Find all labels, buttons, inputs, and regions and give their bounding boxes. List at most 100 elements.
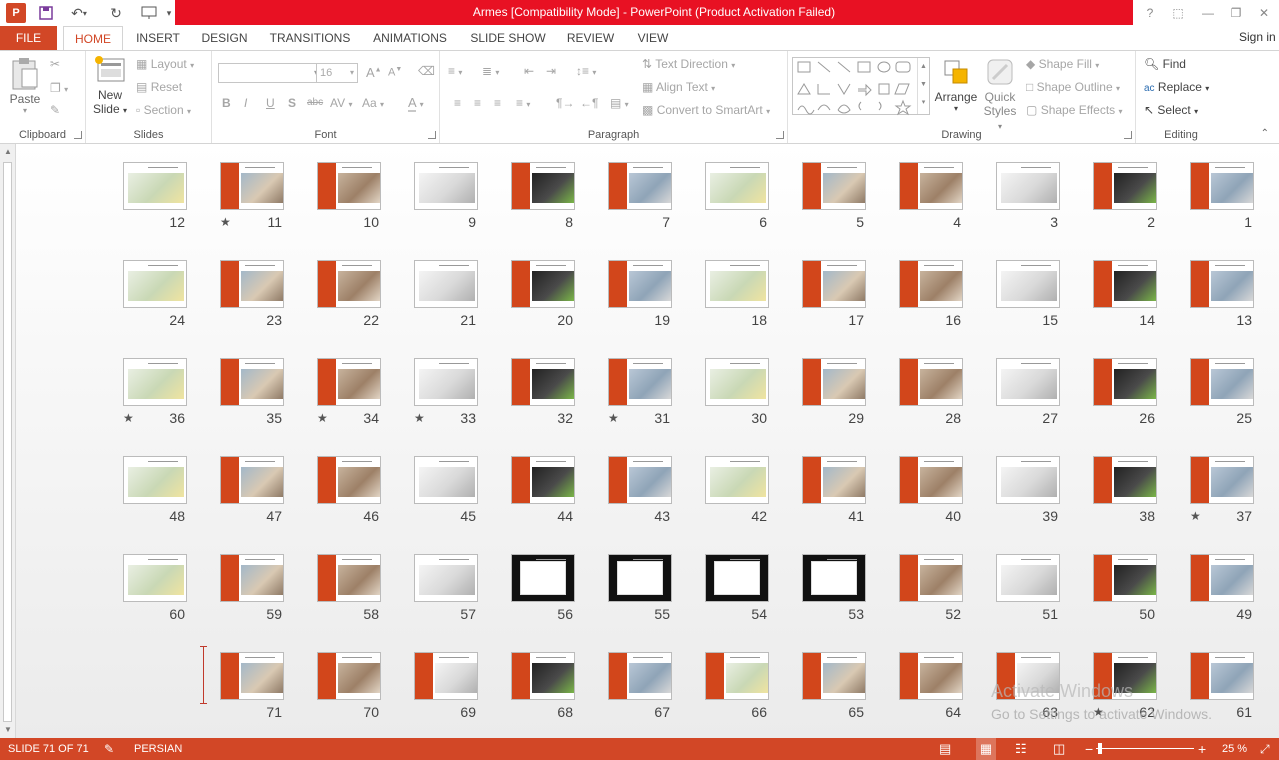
slide-thumbnail[interactable] — [123, 260, 187, 308]
clipboard-launcher-icon[interactable] — [74, 131, 82, 139]
fit-to-window-icon[interactable]: ⤢ — [1260, 738, 1270, 760]
underline-button[interactable]: U — [266, 96, 275, 110]
slide-thumbnail[interactable] — [705, 456, 769, 504]
slide-thumbnail[interactable] — [220, 554, 284, 602]
slide-thumbnail[interactable] — [899, 162, 963, 210]
slide-thumbnail[interactable] — [608, 358, 672, 406]
slide-thumbnail[interactable] — [123, 162, 187, 210]
scroll-down-icon[interactable]: ▼ — [3, 725, 13, 735]
slide-thumbnail[interactable] — [220, 162, 284, 210]
character-spacing-button[interactable]: AV ▾ — [330, 96, 352, 110]
restore-icon[interactable]: ❐ — [1224, 4, 1248, 22]
zoom-level[interactable]: 25 % — [1222, 738, 1247, 760]
slide-thumbnail[interactable] — [1093, 358, 1157, 406]
scroll-up-icon[interactable]: ▲ — [3, 147, 13, 157]
slide-thumbnail[interactable] — [802, 162, 866, 210]
slide-thumbnail[interactable] — [996, 260, 1060, 308]
customize-qat-icon[interactable]: ▾ — [164, 3, 174, 23]
tab-transitions[interactable]: TRANSITIONS — [266, 26, 354, 50]
slide-thumbnail[interactable] — [511, 260, 575, 308]
vertical-scrollbar[interactable]: ▲ ▼ — [0, 144, 16, 738]
clear-formatting-icon[interactable]: ⌫ — [418, 64, 435, 78]
transition-star-icon[interactable]: ★ — [123, 411, 134, 425]
slide-thumbnail[interactable] — [414, 652, 478, 700]
font-launcher-icon[interactable] — [428, 131, 436, 139]
slide-thumbnail[interactable] — [414, 456, 478, 504]
start-from-beginning-icon[interactable] — [136, 3, 162, 23]
slide-thumbnail[interactable] — [511, 358, 575, 406]
slide-thumbnail[interactable] — [802, 260, 866, 308]
decrease-indent-icon[interactable]: ⇤ — [524, 64, 534, 78]
copy-icon[interactable]: ❐ ▾ — [50, 81, 68, 95]
slide-thumbnail[interactable] — [802, 456, 866, 504]
tab-insert[interactable]: INSERT — [133, 26, 183, 50]
font-color-button[interactable]: A ▾ — [408, 95, 424, 112]
line-spacing-icon[interactable]: ↕≡ ▾ — [576, 64, 596, 78]
slide-thumbnail[interactable] — [414, 162, 478, 210]
columns-icon[interactable]: ▤ ▾ — [610, 96, 629, 110]
slide-thumbnail[interactable] — [1093, 162, 1157, 210]
slide-thumbnail[interactable] — [220, 456, 284, 504]
slide-thumbnail[interactable] — [317, 652, 381, 700]
slide-thumbnail[interactable] — [899, 652, 963, 700]
smartart-button[interactable]: ▩ Convert to SmartArt ▾ — [642, 103, 770, 117]
slide-thumbnail[interactable] — [996, 456, 1060, 504]
slide-thumbnail[interactable] — [317, 456, 381, 504]
slide-thumbnail[interactable] — [705, 358, 769, 406]
normal-view-icon[interactable]: ▤ — [939, 738, 951, 760]
cut-icon[interactable]: ✂ — [50, 57, 60, 71]
slide-show-view-icon[interactable]: ◫ — [1053, 738, 1065, 760]
slide-thumbnail[interactable] — [1190, 358, 1254, 406]
quick-styles-button[interactable]: Quick Styles ▾ — [980, 57, 1020, 132]
drawing-launcher-icon[interactable] — [1124, 131, 1132, 139]
zoom-slider-thumb[interactable] — [1098, 743, 1102, 754]
sign-in-link[interactable]: Sign in — [1239, 26, 1279, 50]
slide-thumbnail[interactable] — [511, 456, 575, 504]
undo-icon[interactable]: ↶ ▾ — [66, 3, 92, 23]
slide-thumbnail[interactable] — [220, 652, 284, 700]
format-painter-icon[interactable]: ✎ — [50, 103, 60, 117]
tab-review[interactable]: REVIEW — [563, 26, 618, 50]
slide-thumbnail[interactable] — [705, 554, 769, 602]
slide-thumbnail[interactable] — [317, 162, 381, 210]
tab-view[interactable]: VIEW — [632, 26, 674, 50]
tab-design[interactable]: DESIGN — [197, 26, 252, 50]
slide-thumbnail[interactable] — [1190, 260, 1254, 308]
shrink-font-icon[interactable]: A▼ — [388, 66, 402, 79]
slide-thumbnail[interactable] — [123, 456, 187, 504]
slide-thumbnail[interactable] — [996, 162, 1060, 210]
slide-thumbnail[interactable] — [414, 554, 478, 602]
font-size-combo[interactable]: 16 ▾ — [316, 63, 358, 83]
slide-thumbnail[interactable] — [608, 554, 672, 602]
slide-thumbnail[interactable] — [1093, 260, 1157, 308]
shape-outline-button[interactable]: □ Shape Outline ▾ — [1026, 80, 1120, 94]
collapse-ribbon-icon[interactable]: ⌃ — [1261, 128, 1269, 139]
slide-thumbnail[interactable] — [899, 260, 963, 308]
slide-thumbnail[interactable] — [1190, 652, 1254, 700]
language-indicator[interactable]: PERSIAN — [134, 738, 182, 760]
tab-slide-show[interactable]: SLIDE SHOW — [467, 26, 549, 50]
transition-star-icon[interactable]: ★ — [608, 411, 619, 425]
text-direction-button[interactable]: ⇅ Text Direction ▾ — [642, 57, 735, 71]
slide-thumbnail[interactable] — [317, 554, 381, 602]
slide-thumbnail[interactable] — [1093, 456, 1157, 504]
zoom-slider[interactable] — [1096, 748, 1194, 749]
slide-thumbnail[interactable] — [899, 456, 963, 504]
select-button[interactable]: ↖ Select ▾ — [1144, 103, 1198, 117]
layout-button[interactable]: ▦ Layout ▾ — [136, 57, 194, 71]
slide-thumbnail[interactable] — [123, 554, 187, 602]
increase-indent-icon[interactable]: ⇥ — [546, 64, 556, 78]
slide-thumbnail[interactable] — [802, 554, 866, 602]
transition-star-icon[interactable]: ★ — [220, 215, 231, 229]
slide-thumbnail[interactable] — [511, 652, 575, 700]
section-button[interactable]: ▫ Section ▾ — [136, 103, 191, 117]
replace-button[interactable]: ac Replace ▾ — [1144, 80, 1209, 94]
slide-thumbnail[interactable] — [1190, 554, 1254, 602]
slide-thumbnail[interactable] — [802, 358, 866, 406]
redo-icon[interactable]: ↻ — [106, 3, 126, 23]
ltr-icon[interactable]: ¶→ — [556, 96, 574, 110]
bold-button[interactable]: B — [222, 96, 231, 110]
slide-thumbnail[interactable] — [1190, 456, 1254, 504]
slide-thumbnail[interactable] — [414, 260, 478, 308]
shapes-gallery[interactable]: ▲ ▼ ▾ — [792, 57, 930, 116]
